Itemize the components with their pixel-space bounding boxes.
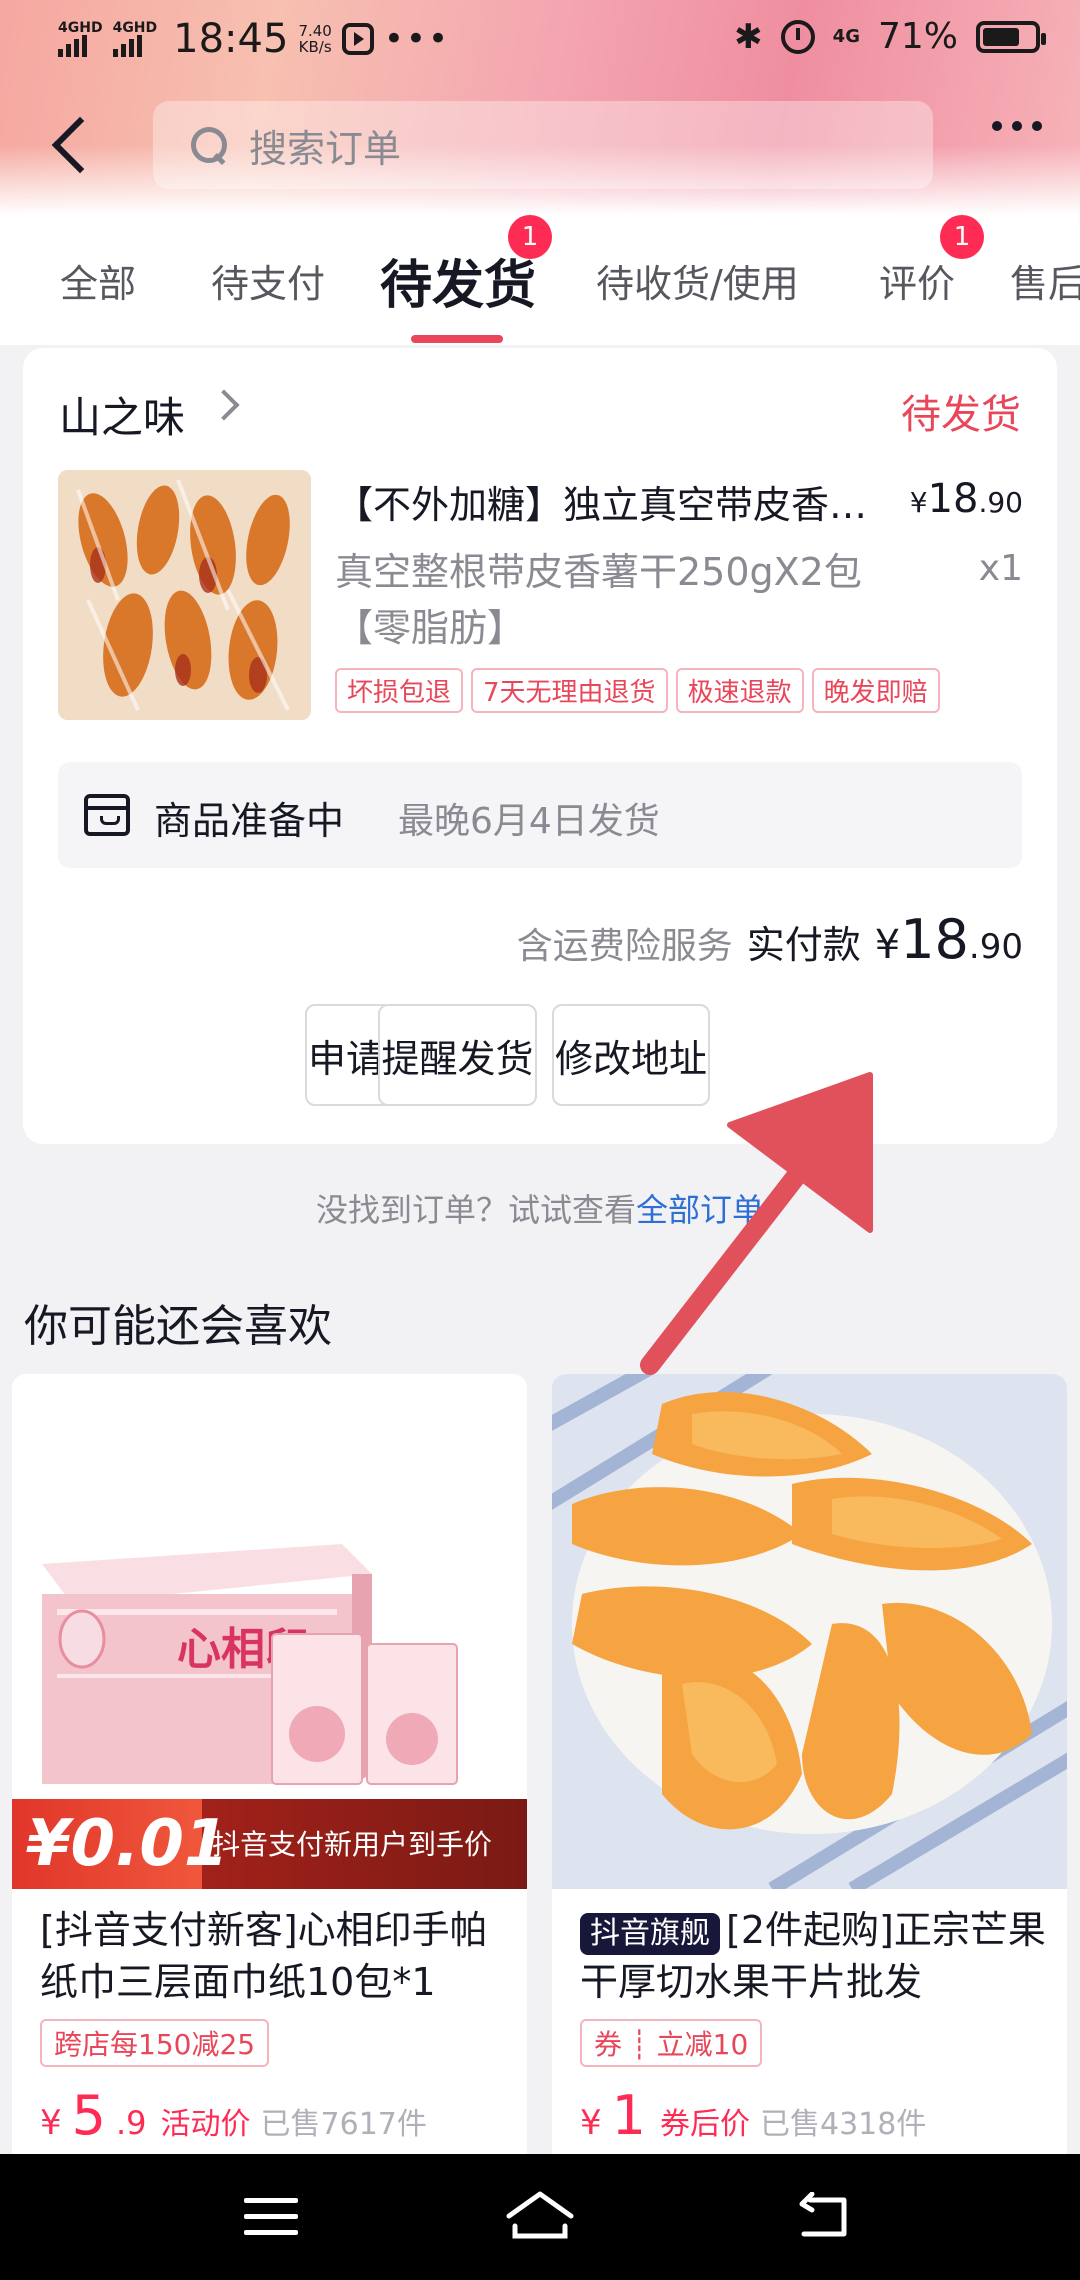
more-notifications-icon: ••• (383, 19, 451, 59)
tab-pending-shipment[interactable]: 待发货 (380, 243, 536, 318)
product-title[interactable]: 【不外加糖】独立真空带皮香薯干 (335, 474, 895, 529)
promo-text: 抖音支付新用户到手价 (212, 1828, 493, 1861)
status-bar: 4GHD 4GHD 18:45 7.40 KB/s ••• ✱ 4G 71% (0, 0, 1080, 82)
order-total: 含运费险服务 实付款 ¥18.90 (517, 908, 1023, 971)
product-image[interactable] (58, 470, 311, 720)
total-int: 18 (900, 908, 969, 971)
tab-all[interactable]: 全部 (60, 253, 136, 308)
price-dec: .9 (116, 2104, 147, 2142)
order-not-found-hint: 没找到订单？试试查看全部订单 (0, 1185, 1080, 1231)
price-int: 5 (71, 2084, 106, 2147)
shop-name[interactable]: 山之味 (59, 384, 185, 445)
coupon-tag: 券 ┊ 立减10 (580, 2019, 763, 2067)
price-currency: ¥ (909, 486, 928, 519)
tab-after-sales[interactable]: 售后 (1010, 253, 1080, 308)
price-int: 1 (611, 2084, 646, 2147)
service-tag: 晚发即赔 (811, 668, 940, 713)
bluetooth-icon: ✱ (734, 16, 763, 57)
recommend-card[interactable]: 心相印 ¥0.01 抖音支付新用户到手价 [抖音支付新客]心相印手帕纸巾三层面巾… (12, 1374, 527, 2280)
total-note: 含运费险服务 (516, 926, 733, 967)
back-button[interactable] (44, 115, 104, 175)
remind-shipment-button[interactable]: 提醒发货 (378, 1004, 537, 1106)
shipping-status-label: 商品准备中 (154, 799, 345, 843)
battery-icon (976, 20, 1046, 53)
package-icon (84, 794, 130, 836)
total-currency: ¥ (874, 922, 901, 968)
product-image[interactable] (552, 1374, 1067, 1889)
price-currency: ¥ (580, 2103, 602, 2143)
signal-label: 4GHD (58, 20, 103, 36)
product-quantity: x1 (978, 548, 1023, 589)
tab-review[interactable]: 评价 (879, 253, 955, 308)
battery-percent: 71% (877, 16, 958, 57)
tab-pending-receipt[interactable]: 待收货/使用 (596, 253, 799, 308)
active-tab-indicator (411, 335, 503, 343)
product-name[interactable]: [抖音支付新客]心相印手帕纸巾三层面巾纸10包*1 (40, 1904, 510, 2008)
chevron-right-icon (208, 389, 240, 421)
price-currency: ¥ (40, 2103, 62, 2143)
alarm-icon (780, 19, 815, 54)
system-nav-bar (0, 2154, 1080, 2280)
shipping-deadline: 最晚6月4日发货 (398, 801, 660, 842)
net-speed-value: 7.40 (298, 22, 332, 40)
order-status: 待发货 (901, 392, 1021, 438)
promo-banner: ¥0.01 抖音支付新用户到手价 (12, 1799, 527, 1889)
net-speed: 7.40 KB/s (298, 23, 331, 55)
product-price: ¥18.90 (910, 476, 1023, 522)
tab-badge: 1 (508, 215, 552, 259)
recommend-title: 你可能还会喜欢 (24, 1301, 332, 1352)
product-price-row: ¥ 5 .9 活动价 已售7617件 (40, 2084, 427, 2147)
order-card: 山之味 待发货 【不外加糖】独立真空带皮香薯干 ¥18.90 真空整根带皮香薯干… (23, 348, 1057, 1144)
order-tabs: 全部 待支付 待发货 1 待收货/使用 评价 1 售后 (0, 215, 1080, 345)
signal-icon: 4GHD (58, 21, 103, 57)
signal-icon: 4GHD (112, 20, 158, 57)
price-int: 18 (927, 476, 979, 522)
product-name[interactable]: 抖音旗舰 [2件起购]正宗芒果干厚切水果干片批发 (580, 1904, 1050, 2008)
service-tag: 极速退款 (675, 668, 804, 713)
promo-price: ¥0.01 (12, 1799, 228, 1889)
home-icon[interactable] (505, 2190, 575, 2244)
search-input[interactable]: 搜索订单 (153, 101, 933, 189)
tab-pending-payment[interactable]: 待支付 (211, 253, 325, 308)
recommend-card[interactable]: 抖音旗舰 [2件起购]正宗芒果干厚切水果干片批发 券 ┊ 立减10 ¥ 1 券后价… (552, 1374, 1067, 2280)
modify-address-button[interactable]: 修改地址 (552, 1004, 710, 1106)
discount-tag: 跨店每150减25 (40, 2019, 270, 2067)
sold-count: 已售7617件 (260, 2107, 427, 2142)
product-price-row: ¥ 1 券后价 已售4318件 (580, 2084, 926, 2147)
total-dec: .90 (968, 927, 1023, 967)
price-dec: .90 (978, 486, 1023, 519)
shipping-status-box[interactable]: 商品准备中 最晚6月4日发货 (58, 762, 1022, 868)
signal-label: 4GHD (112, 20, 158, 36)
search-icon (189, 125, 229, 165)
network-type: 4G (832, 26, 860, 47)
service-tags: 坏损包退 7天无理由退货 极速退款 晚发即赔 (335, 668, 940, 713)
all-orders-link[interactable]: 全部订单 (636, 1191, 764, 1229)
net-speed-unit: KB/s (298, 38, 332, 56)
total-amount: ¥18.90 (875, 908, 1023, 971)
media-app-icon (341, 23, 374, 55)
top-nav: 搜索订单 (0, 95, 1080, 195)
flagship-badge: 抖音旗舰 (580, 1913, 720, 1955)
clock: 18:45 (173, 16, 289, 62)
tab-badge: 1 (940, 215, 984, 259)
back-nav-icon[interactable] (796, 2192, 852, 2242)
more-options-button[interactable] (992, 121, 1042, 131)
search-placeholder: 搜索订单 (249, 126, 402, 171)
price-label: 活动价 (160, 2107, 251, 2142)
product-spec: 真空整根带皮香薯干250gX2包【零脂肪】 (335, 550, 862, 650)
service-tag: 坏损包退 (335, 668, 464, 713)
total-label: 实付款 (746, 923, 861, 967)
hint-text: 没找到订单？试试查看 (315, 1191, 636, 1229)
menu-icon[interactable] (244, 2198, 298, 2238)
sold-count: 已售4318件 (760, 2107, 927, 2142)
service-tag: 7天无理由退货 (471, 668, 668, 713)
price-label: 券后价 (660, 2107, 750, 2142)
